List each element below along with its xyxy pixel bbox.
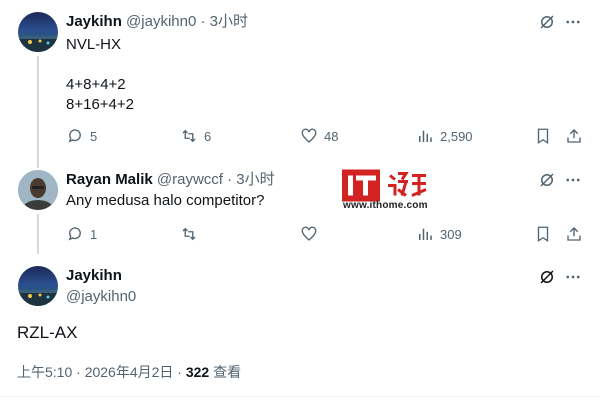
reply-button[interactable]: 5 — [66, 126, 97, 146]
avatar[interactable] — [18, 266, 58, 306]
tweet-text-line: 8+16+4+2 — [66, 96, 134, 113]
main-tweet-name: Jaykihn — [66, 266, 122, 286]
more-icon[interactable] — [564, 268, 582, 286]
views-button[interactable]: 2,590 — [416, 126, 473, 146]
tweet-header: Jaykihn @jaykihn0 · 3小时 — [66, 12, 248, 32]
like-button[interactable] — [300, 224, 324, 244]
analytics-icon — [419, 130, 432, 142]
analytics-icon — [419, 228, 432, 240]
tweet-text-line: NVL-HX — [66, 36, 122, 53]
retweet-button[interactable] — [180, 224, 204, 244]
retweet-button[interactable]: 6 — [180, 126, 211, 146]
heart-icon — [301, 128, 317, 143]
reply-icon — [68, 227, 81, 241]
reply-count: 5 — [90, 128, 98, 144]
grok-icon[interactable] — [538, 171, 556, 189]
watermark-url: www.ithome.com — [343, 200, 428, 211]
bookmark-icon[interactable] — [534, 225, 552, 243]
main-tweet-handle: @jaykihn0 — [66, 287, 136, 307]
view-label: 查看 — [209, 364, 242, 380]
more-icon[interactable] — [564, 171, 582, 189]
views-button[interactable]: 309 — [416, 224, 462, 244]
divider — [0, 396, 600, 397]
tweet-time[interactable]: · 3小时 — [227, 171, 275, 188]
tweet-text-line: 4+8+4+2 — [66, 76, 126, 93]
view-count: 309 — [440, 226, 462, 242]
user-name[interactable]: Rayan Malik — [66, 171, 153, 188]
retweet-icon — [182, 129, 196, 143]
tweet-header: Rayan Malik @raywccf · 3小时 — [66, 170, 275, 190]
like-count: 48 — [324, 128, 339, 144]
more-icon[interactable] — [564, 13, 582, 31]
heart-icon — [301, 226, 317, 241]
tweet-time[interactable]: · 3小时 — [200, 13, 248, 30]
like-button[interactable]: 48 — [300, 126, 338, 146]
reply-button[interactable]: 1 — [66, 224, 97, 244]
avatar[interactable] — [18, 12, 58, 52]
user-handle[interactable]: @jaykihn0 — [126, 13, 196, 30]
share-icon[interactable] — [565, 225, 583, 243]
retweet-count: 6 — [204, 128, 212, 144]
tweet-text-line: Any medusa halo competitor? — [66, 192, 265, 209]
user-handle[interactable]: @raywccf — [157, 171, 223, 188]
view-count: 2,590 — [440, 128, 473, 144]
reply-count: 1 — [90, 226, 98, 242]
user-handle[interactable]: @jaykihn0 — [66, 288, 136, 305]
user-name[interactable]: Jaykihn — [66, 267, 122, 284]
user-name[interactable]: Jaykihn — [66, 13, 122, 30]
thread-line — [37, 56, 39, 168]
main-view-count: 322 — [185, 364, 210, 380]
reply-icon — [68, 129, 81, 143]
avatar[interactable] — [18, 170, 58, 210]
grok-icon[interactable] — [538, 13, 556, 31]
share-icon[interactable] — [565, 127, 583, 145]
bookmark-icon[interactable] — [534, 127, 552, 145]
retweet-icon — [182, 227, 196, 241]
main-tweet-text: RZL-AX — [17, 323, 78, 342]
tweet-timestamp[interactable]: 上午5:10 · 2026年4月2日 · 322 查看 — [17, 362, 241, 382]
thread-line — [37, 214, 39, 254]
time-date[interactable]: 上午5:10 · 2026年4月2日 · — [17, 364, 186, 380]
grok-icon[interactable] — [538, 268, 556, 286]
